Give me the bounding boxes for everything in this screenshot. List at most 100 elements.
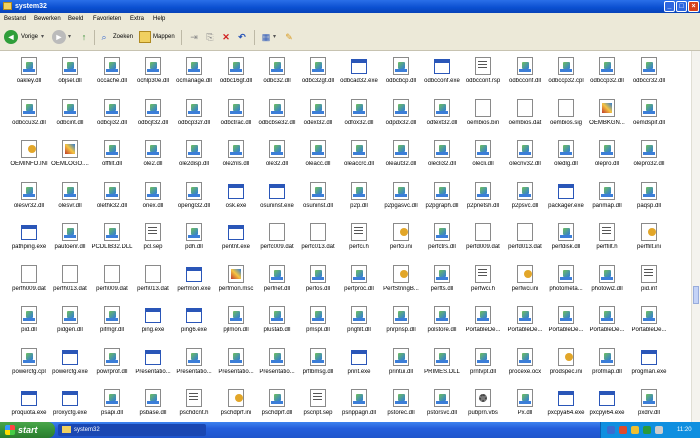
taskbar: start system32 11:20 [0, 422, 700, 438]
dll-file-icon [310, 99, 326, 117]
folders-button[interactable]: Mappen [153, 30, 175, 45]
menu-item-bewerken[interactable]: Bewerken [34, 15, 61, 23]
back-button[interactable]: Vorige [21, 30, 38, 45]
binary-file-icon [310, 223, 326, 241]
copy-to-icon[interactable]: ⎘ [204, 31, 216, 43]
application-icon [145, 350, 161, 365]
menu-item-beeld[interactable]: Beeld [68, 15, 83, 23]
dll-file-icon [145, 57, 161, 75]
binary-file-icon [475, 99, 491, 117]
close-button[interactable]: × [688, 1, 699, 12]
dll-file-icon [558, 223, 574, 241]
application-icon [558, 184, 574, 199]
volume-icon[interactable] [655, 426, 663, 434]
dll-file-icon [641, 57, 657, 75]
dll-file-icon [351, 99, 367, 117]
dll-file-icon [310, 182, 326, 200]
menu-item-extra[interactable]: Extra [130, 15, 144, 23]
application-icon [62, 350, 78, 365]
menu-item-bestand[interactable]: Bestand [4, 15, 26, 23]
dll-file-icon [641, 99, 657, 117]
folder-sync-icon[interactable]: ✎ [283, 31, 295, 43]
menu-item-help[interactable]: Help [153, 15, 165, 23]
file-item[interactable]: olepro32.dll [623, 140, 675, 174]
dll-file-icon [558, 140, 574, 158]
dll-file-icon [104, 57, 120, 75]
folder-icon [62, 426, 71, 433]
dll-file-icon [145, 389, 161, 407]
start-label: start [18, 425, 38, 435]
taskbar-item-system32[interactable]: system32 [58, 424, 206, 436]
views-icon[interactable]: ▦ [260, 31, 272, 43]
settings-file-icon [393, 265, 409, 283]
network-icon[interactable] [607, 426, 615, 434]
delete-icon[interactable]: ✕ [220, 31, 232, 43]
file-item[interactable]: paqsp.dll [623, 182, 675, 216]
dll-file-icon [517, 57, 533, 75]
application-icon [186, 308, 202, 323]
menu-item-favorieten[interactable]: Favorieten [93, 15, 121, 23]
text-file-icon [145, 223, 161, 241]
dll-file-icon [641, 389, 657, 407]
forward-arrow-icon[interactable]: ► [52, 30, 66, 44]
dll-file-icon [434, 182, 450, 200]
dll-file-icon [145, 140, 161, 158]
file-item[interactable]: pxdrv.dll [623, 389, 675, 422]
file-item[interactable]: pid.inf [623, 265, 675, 299]
dll-file-icon [517, 348, 533, 366]
folder-icon [3, 2, 12, 10]
dll-file-icon [62, 306, 78, 324]
file-item[interactable]: odbccr32.dll [623, 57, 675, 91]
text-file-icon [310, 389, 326, 407]
dll-file-icon [269, 265, 285, 283]
toolbar-separator [254, 30, 255, 45]
dll-file-icon [393, 57, 409, 75]
up-folder-icon[interactable]: ↑ [78, 31, 90, 43]
forward-dropdown-icon[interactable]: ▾ [68, 30, 71, 45]
dll-file-icon [393, 306, 409, 324]
dll-file-icon [104, 182, 120, 200]
text-file-icon [351, 223, 367, 241]
dll-file-icon [351, 265, 367, 283]
dll-file-icon [21, 99, 37, 117]
application-icon [21, 391, 37, 406]
application-icon [599, 391, 615, 406]
scrollbar-thumb[interactable] [693, 286, 699, 304]
back-arrow-icon[interactable]: ◄ [4, 30, 18, 44]
binary-file-icon [517, 99, 533, 117]
dll-file-icon [145, 182, 161, 200]
move-to-icon[interactable]: ⇥ [188, 31, 200, 43]
dll-file-icon [269, 57, 285, 75]
dll-file-icon [269, 348, 285, 366]
search-button[interactable]: Zoeken [113, 30, 133, 45]
dll-file-icon [310, 140, 326, 158]
title-bar: system32 _ □ × [0, 0, 700, 13]
app-tray-icon[interactable] [643, 426, 651, 434]
dll-file-icon [434, 140, 450, 158]
file-item[interactable]: PortableDe... [623, 306, 675, 340]
back-dropdown-icon[interactable]: ▾ [41, 30, 44, 45]
file-name: PortableDe... [631, 327, 667, 333]
dll-file-icon [186, 223, 202, 241]
dll-file-icon [599, 57, 615, 75]
dll-file-icon [104, 223, 120, 241]
undo-icon[interactable]: ↶ [236, 31, 248, 43]
search-icon[interactable]: ⌕ [98, 31, 110, 43]
start-button[interactable]: start [0, 422, 55, 438]
binary-file-icon [21, 265, 37, 283]
vertical-scrollbar[interactable] [691, 51, 700, 422]
maximize-button[interactable]: □ [676, 1, 687, 12]
dll-file-icon [641, 306, 657, 324]
binary-file-icon [269, 223, 285, 241]
minimize-button[interactable]: _ [664, 1, 675, 12]
folders-icon[interactable] [139, 31, 151, 43]
views-dropdown-icon[interactable]: ▾ [273, 30, 276, 45]
dll-file-icon [599, 140, 615, 158]
security-icon[interactable] [619, 426, 627, 434]
file-item[interactable]: progman.exe [623, 348, 675, 382]
alert-icon[interactable] [631, 426, 639, 434]
file-name: perffilt.ini [637, 244, 661, 250]
file-item[interactable]: perffilt.ini [623, 223, 675, 257]
file-item[interactable]: oemdspif.dll [623, 99, 675, 133]
application-icon [62, 391, 78, 406]
